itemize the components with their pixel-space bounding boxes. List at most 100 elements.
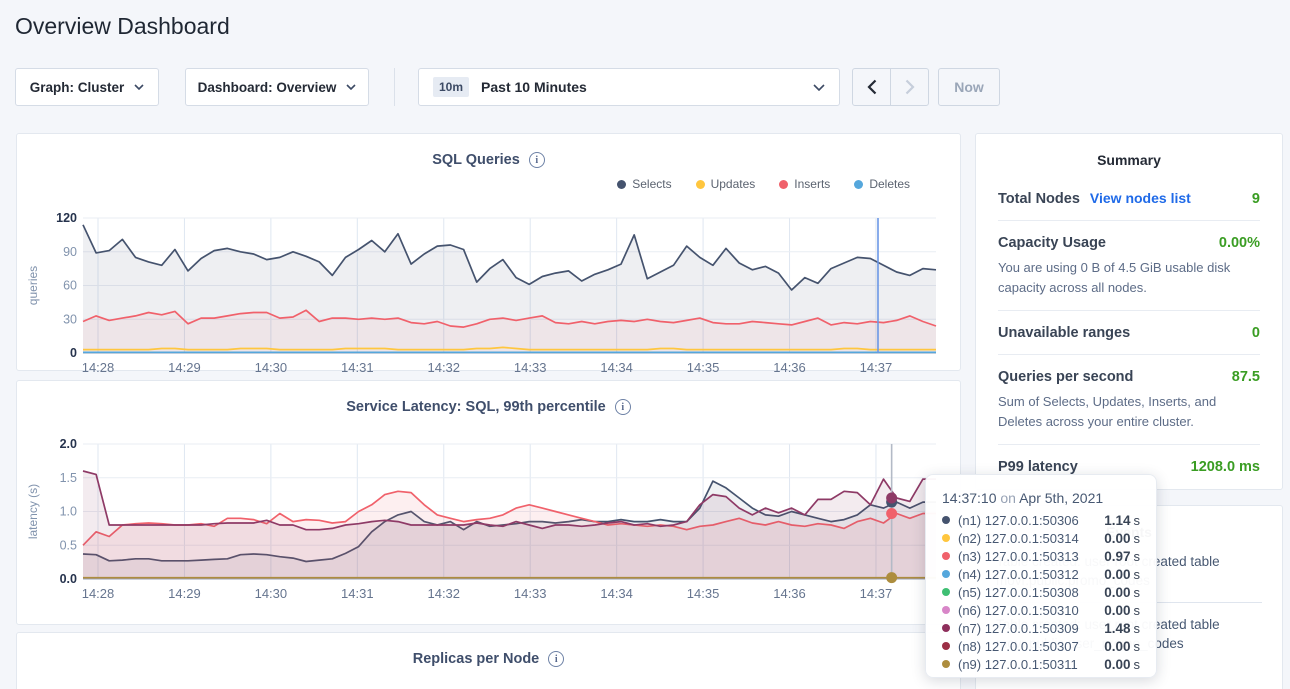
node-address: (n6) 127.0.0.1:50310	[958, 603, 1079, 618]
total-nodes-label: Total Nodes	[998, 191, 1080, 207]
overview-dashboard-page: Overview Dashboard Graph: Cluster Dashbo…	[0, 0, 1290, 689]
legend-dot-icon	[779, 180, 788, 189]
service-latency-plot[interactable]: 14:2814:2914:3014:3114:3214:3314:3414:35…	[17, 438, 960, 601]
legend-label: Deletes	[869, 177, 910, 191]
legend-item[interactable]: Updates	[696, 176, 756, 192]
svg-text:0: 0	[70, 346, 77, 360]
node-address: (n9) 127.0.0.1:50311	[958, 657, 1078, 672]
node-color-dot-icon	[942, 624, 950, 632]
svg-text:14:37: 14:37	[860, 586, 893, 601]
tooltip-node-row: (n8) 127.0.0.1:50307 0.00 s	[942, 637, 1140, 655]
node-latency-value: 0.97	[1104, 549, 1130, 564]
sql-queries-legend: Selects Updates Inserts Deletes	[617, 176, 910, 192]
node-color-dot-icon	[942, 570, 950, 578]
time-range-dropdown[interactable]: 10m Past 10 Minutes	[418, 68, 840, 106]
chart-title-service-latency: Service Latency: SQL, 99th percentile	[346, 399, 606, 415]
svg-text:14:33: 14:33	[514, 586, 547, 601]
svg-text:14:29: 14:29	[168, 360, 201, 375]
svg-text:60: 60	[63, 279, 77, 293]
capacity-usage-value: 0.00%	[1219, 235, 1260, 251]
svg-text:90: 90	[63, 245, 77, 259]
svg-text:14:37: 14:37	[860, 360, 893, 375]
graph-selector-dropdown[interactable]: Graph: Cluster	[15, 68, 159, 106]
node-latency-unit: s	[1134, 639, 1141, 654]
node-color-dot-icon	[942, 588, 950, 596]
svg-text:14:34: 14:34	[600, 586, 633, 601]
summary-row-total-nodes: Total Nodes View nodes list 9	[998, 176, 1260, 221]
node-latency-value: 0.00	[1104, 639, 1130, 654]
tooltip-node-row: (n5) 127.0.0.1:50308 0.00 s	[942, 583, 1140, 601]
chevron-right-icon	[905, 79, 915, 95]
node-latency-value: 0.00	[1104, 567, 1130, 582]
svg-text:1.5: 1.5	[60, 471, 77, 485]
svg-text:14:33: 14:33	[514, 360, 547, 375]
legend-label: Inserts	[794, 177, 830, 191]
tooltip-node-row: (n4) 127.0.0.1:50312 0.00 s	[942, 565, 1140, 583]
tooltip-node-row: (n6) 127.0.0.1:50310 0.00 s	[942, 601, 1140, 619]
replicas-per-node-chart-card: Replicas per Node i	[16, 632, 961, 689]
service-latency-chart-card: Service Latency: SQL, 99th percentile i …	[16, 380, 961, 625]
svg-text:30: 30	[63, 312, 77, 326]
p99-latency-label: P99 latency	[998, 459, 1078, 475]
legend-dot-icon	[617, 180, 626, 189]
node-color-dot-icon	[942, 516, 950, 524]
svg-text:14:30: 14:30	[255, 360, 288, 375]
tooltip-node-row: (n2) 127.0.0.1:50314 0.00 s	[942, 529, 1140, 547]
chart-title-replicas-per-node: Replicas per Node	[413, 651, 540, 667]
node-address: (n8) 127.0.0.1:50307	[958, 639, 1079, 654]
legend-item[interactable]: Inserts	[779, 176, 830, 192]
time-next-button[interactable]	[890, 68, 929, 106]
svg-text:14:36: 14:36	[773, 586, 806, 601]
tooltip-node-row: (n1) 127.0.0.1:50306 1.14 s	[942, 511, 1140, 529]
node-latency-unit: s	[1134, 531, 1141, 546]
sql-queries-plot[interactable]: 14:2814:2914:3014:3114:3214:3314:3414:35…	[17, 212, 960, 375]
sql-queries-chart-card: SQL Queries i Selects Updates Inserts	[16, 133, 961, 371]
qps-value: 87.5	[1232, 369, 1260, 385]
summary-row-capacity: Capacity Usage 0.00% You are using 0 B o…	[998, 221, 1260, 311]
node-address: (n1) 127.0.0.1:50306	[958, 513, 1079, 528]
time-prev-button[interactable]	[852, 68, 891, 106]
total-nodes-value: 9	[1252, 191, 1260, 207]
node-latency-value: 0.00	[1104, 531, 1130, 546]
unavailable-ranges-label: Unavailable ranges	[998, 325, 1130, 341]
tooltip-timestamp: 14:37:10 on Apr 5th, 2021	[942, 490, 1140, 506]
legend-dot-icon	[854, 180, 863, 189]
node-latency-value: 0.00	[1104, 603, 1130, 618]
svg-text:14:31: 14:31	[341, 586, 374, 601]
node-color-dot-icon	[942, 534, 950, 542]
svg-text:14:34: 14:34	[600, 360, 633, 375]
node-color-dot-icon	[942, 642, 950, 650]
p99-latency-value: 1208.0 ms	[1191, 459, 1260, 475]
tooltip-node-row: (n3) 127.0.0.1:50313 0.97 s	[942, 547, 1140, 565]
info-icon[interactable]: i	[548, 651, 564, 667]
svg-text:120: 120	[56, 212, 77, 225]
svg-text:0.0: 0.0	[60, 572, 77, 586]
node-latency-value: 0.00	[1104, 657, 1130, 672]
chevron-down-icon	[813, 84, 825, 91]
chart-title-sql-queries: SQL Queries	[432, 152, 520, 168]
page-title: Overview Dashboard	[15, 13, 230, 40]
time-nav-group	[852, 68, 929, 106]
info-icon[interactable]: i	[529, 152, 545, 168]
node-latency-value: 0.00	[1104, 585, 1130, 600]
summary-heading: Summary	[976, 134, 1282, 168]
svg-text:queries: queries	[26, 266, 40, 305]
node-latency-unit: s	[1134, 603, 1141, 618]
node-latency-unit: s	[1134, 567, 1141, 582]
legend-item[interactable]: Selects	[617, 176, 671, 192]
chevron-down-icon	[346, 84, 356, 90]
legend-item[interactable]: Deletes	[854, 176, 910, 192]
legend-label: Selects	[632, 177, 671, 191]
info-icon[interactable]: i	[615, 399, 631, 415]
svg-text:latency (s): latency (s)	[26, 484, 40, 539]
now-button[interactable]: Now	[938, 68, 1000, 106]
node-latency-unit: s	[1134, 657, 1141, 672]
view-nodes-list-link[interactable]: View nodes list	[1090, 190, 1191, 206]
node-address: (n4) 127.0.0.1:50312	[958, 567, 1079, 582]
node-address: (n2) 127.0.0.1:50314	[958, 531, 1079, 546]
capacity-usage-label: Capacity Usage	[998, 235, 1106, 251]
dashboard-selector-dropdown[interactable]: Dashboard: Overview	[185, 68, 369, 106]
svg-text:14:30: 14:30	[255, 586, 288, 601]
summary-row-qps: Queries per second 87.5 Sum of Selects, …	[998, 355, 1260, 445]
graph-selector-label: Graph: Cluster	[30, 80, 125, 95]
